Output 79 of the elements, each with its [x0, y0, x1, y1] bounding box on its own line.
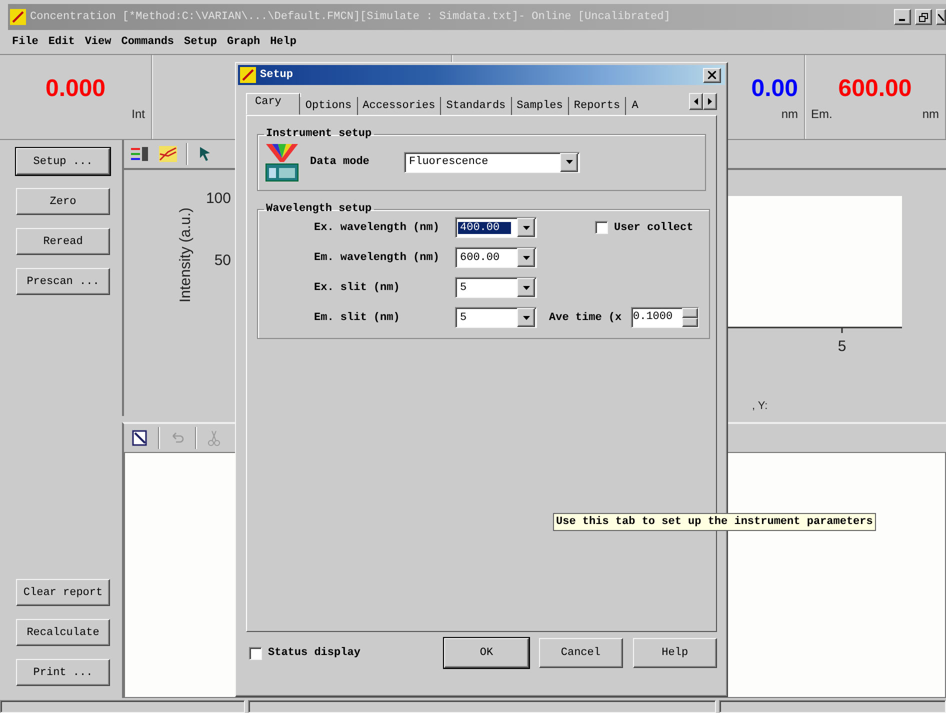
tab[interactable]: Reports	[568, 97, 626, 115]
app-icon	[10, 9, 26, 25]
y-tick-label: 100	[206, 190, 231, 207]
data-mode-dropdown[interactable]: Fluorescence	[404, 152, 580, 172]
value-dropdown[interactable]: 5	[455, 307, 537, 328]
field-label: Ex. slit (nm)	[314, 282, 401, 294]
tab[interactable]: A	[626, 97, 640, 115]
tooltip: Use this tab to set up the instrument parameters	[553, 513, 876, 531]
field-label: Ave time (x	[549, 312, 623, 324]
dialog-button[interactable]: Cancel	[538, 638, 623, 668]
close-button[interactable]	[703, 68, 721, 82]
side-button[interactable]: Setup ...	[16, 148, 110, 175]
value-dropdown[interactable]: 400.00	[455, 217, 537, 238]
left-arrow-icon	[694, 98, 698, 105]
field-label: Em. slit (nm)	[314, 312, 401, 324]
side-button[interactable]: Clear report	[16, 579, 110, 606]
checkbox[interactable]	[595, 221, 608, 234]
app-icon	[240, 67, 256, 83]
menu-item[interactable]: Edit	[48, 36, 75, 48]
tab[interactable]: Samples	[512, 97, 569, 115]
dialog-button[interactable]: Help	[632, 638, 717, 668]
field-label: Data mode	[310, 156, 370, 168]
reading-unit: nm	[922, 107, 939, 121]
close-icon	[938, 14, 944, 20]
close-icon	[708, 71, 716, 79]
edit-page-icon[interactable]	[130, 428, 150, 448]
tab[interactable]: Accessories	[358, 97, 442, 115]
dropdown-caret-icon	[522, 256, 530, 260]
menu-item[interactable]: Help	[270, 36, 296, 48]
side-button[interactable]: Reread	[16, 228, 110, 255]
value-dropdown[interactable]: 5	[455, 277, 537, 298]
x-tick-label: 5	[838, 338, 846, 355]
reading-value: 0.00	[751, 75, 798, 103]
legend-icon[interactable]	[130, 144, 150, 164]
menu-item[interactable]: View	[84, 36, 112, 48]
dropdown-caret-icon	[522, 316, 530, 320]
dropdown-caret-icon	[566, 160, 572, 164]
dropdown-caret-icon	[522, 226, 530, 230]
side-button[interactable]: Print ...	[16, 659, 110, 686]
ave-time-spinner[interactable]: 0.1000	[631, 307, 699, 328]
dialog-title: Setup	[260, 69, 294, 81]
field-label: Em. wavelength (nm)	[314, 252, 440, 264]
reading-value: 600.00	[838, 75, 912, 103]
side-button[interactable]: Zero	[16, 188, 110, 215]
reading-value: 0.000	[45, 75, 106, 103]
reading-label: Em.	[811, 107, 832, 121]
window-title: Concentration [*Method:C:\VARIAN\...\Default.FMCN][Simulate : Simdata.txt]- Online [Uncalibrated]	[30, 11, 672, 23]
right-arrow-icon	[708, 98, 712, 105]
minimize-button[interactable]	[894, 9, 911, 25]
menu-item[interactable]: Graph	[227, 36, 260, 48]
side-button[interactable]: Prescan ...	[16, 268, 110, 295]
field-label: Ex. wavelength (nm)	[314, 222, 440, 234]
group-title: Instrument setup	[265, 128, 373, 140]
y-axis-label: Intensity (a.u.)	[177, 207, 194, 303]
dropdown-caret-icon	[522, 286, 530, 290]
y-tick-label: 50	[214, 252, 231, 269]
group-title: Wavelength setup	[265, 203, 373, 215]
menu-item[interactable]: Setup	[184, 36, 218, 48]
checkbox[interactable]	[249, 646, 262, 660]
graph-icon[interactable]	[158, 144, 178, 164]
side-button[interactable]: Recalculate	[16, 619, 110, 646]
restore-button[interactable]	[915, 9, 932, 25]
tab[interactable]: Options	[300, 97, 358, 115]
tab-scroll-right-button[interactable]	[703, 93, 717, 110]
value-dropdown[interactable]: 600.00	[455, 247, 537, 268]
menu-item[interactable]: Commands	[121, 36, 174, 48]
tab-scroll-left-button[interactable]	[689, 93, 703, 110]
tab[interactable]: Cary	[246, 93, 300, 115]
cursor-readout: , Y:	[752, 400, 768, 412]
checkbox-label: User collect	[614, 222, 694, 234]
spectrometer-icon	[264, 142, 300, 182]
tab[interactable]: Standards	[441, 97, 512, 115]
restore-icon	[919, 12, 928, 22]
reading-unit: nm	[781, 107, 798, 121]
menu-item[interactable]: File	[12, 36, 38, 48]
close-button[interactable]	[936, 9, 946, 25]
dialog-button[interactable]: OK	[444, 638, 529, 668]
reading-unit: Int	[132, 107, 145, 121]
checkbox-label: Status display	[268, 647, 362, 659]
